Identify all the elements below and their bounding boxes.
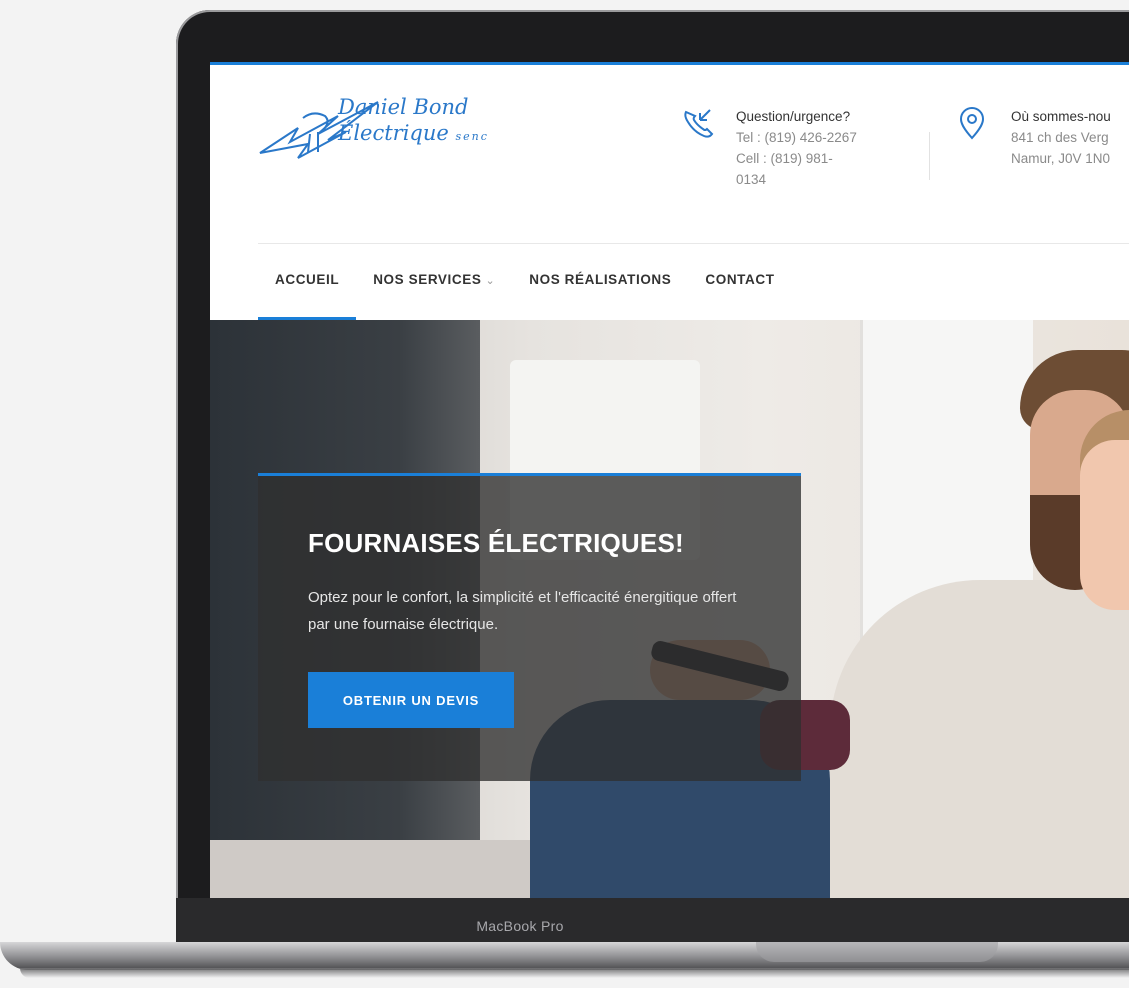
nav-item-contact[interactable]: CONTACT: [688, 244, 791, 320]
hero-card: FOURNAISES ÉLECTRIQUES! Optez pour le co…: [258, 473, 801, 781]
contact-address-1: 841 ch des Verg: [1011, 130, 1109, 145]
hero-photo-blanket: [830, 580, 1129, 898]
laptop-base-shadow: [20, 968, 1129, 978]
hero-banner: FOURNAISES ÉLECTRIQUES! Optez pour le co…: [210, 320, 1129, 898]
hero-title: FOURNAISES ÉLECTRIQUES!: [308, 528, 684, 558]
nav-item-nos-services-label: NOS SERVICES: [373, 272, 482, 287]
nav-item-accueil[interactable]: ACCUEIL: [258, 244, 357, 320]
device-label: MacBook Pro: [476, 918, 564, 934]
contact-cell-cont: 0134: [736, 172, 767, 187]
logo-text: Daniel Bond Électrique senc: [338, 94, 489, 150]
hero-description: Optez pour le confort, la simplicité et …: [308, 589, 737, 633]
website-screen: Daniel Bond Électrique senc Question/urg…: [210, 62, 1129, 898]
contact-cell[interactable]: Cell : (819) 981-: [736, 148, 906, 169]
laptop-notch: [756, 942, 998, 962]
get-quote-button[interactable]: OBTENIR UN DEVIS: [308, 672, 514, 728]
chevron-down-icon: ⌄: [485, 275, 496, 287]
nav-item-nos-services[interactable]: NOS SERVICES ⌄: [356, 244, 512, 320]
contact-tel[interactable]: Tel : (819) 426-2267: [736, 127, 906, 148]
map-pin-icon: [959, 107, 985, 140]
contact-phone-title: Question/urgence?: [736, 109, 851, 124]
logo-line-1: Daniel Bond: [338, 95, 469, 119]
contact-location-title: Où sommes-nou: [1011, 109, 1111, 124]
phone-incoming-icon: [684, 109, 714, 138]
main-nav: ACCUEIL NOS SERVICES ⌄ NOS RÉALISATIONS C…: [258, 244, 792, 320]
logo-line-2: Électrique: [338, 121, 449, 145]
logo-line-3: senc: [455, 130, 489, 143]
contact-phone-text: Question/urgence? Tel : (819) 426-2267 C…: [736, 106, 906, 190]
header-divider: [929, 132, 930, 180]
contact-location-text: Où sommes-nou 841 ch des Verg Namur, J0V…: [1011, 106, 1129, 169]
top-accent-bar: [210, 62, 1129, 65]
hero-photo-woman-face: [1080, 440, 1129, 610]
nav-item-nos-realisations[interactable]: NOS RÉALISATIONS: [512, 244, 688, 320]
contact-address-2: Namur, J0V 1N0: [1011, 151, 1111, 166]
